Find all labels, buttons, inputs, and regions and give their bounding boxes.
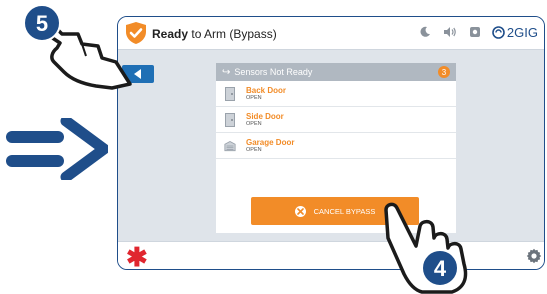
panel-title: Sensors Not Ready	[234, 67, 313, 77]
brand-mark-icon	[492, 25, 505, 39]
door-icon	[224, 112, 236, 127]
step-arrow-icon	[6, 118, 108, 180]
panel-header: ↪ Sensors Not Ready 3	[216, 63, 456, 81]
sensor-state: OPEN	[246, 94, 262, 101]
sensor-name: Back Door	[246, 85, 287, 95]
sensor-row-side-door[interactable]: Side Door OPEN	[216, 107, 456, 133]
sensor-name: Side Door	[246, 111, 284, 121]
top-icons: 2GIG	[417, 24, 538, 40]
sensor-name: Garage Door	[246, 137, 295, 147]
camera-icon[interactable]	[467, 24, 483, 40]
sensor-row-garage-door[interactable]: Garage Door OPEN	[216, 133, 456, 159]
sensor-row-back-door[interactable]: Back Door OPEN	[216, 81, 456, 107]
gear-icon[interactable]	[526, 248, 542, 264]
cancel-bypass-label: CANCEL BYPASS	[313, 206, 376, 216]
sensor-state: OPEN	[246, 120, 262, 127]
pointing-hand-step-4-icon: 4	[384, 202, 468, 294]
count-badge: 3	[438, 66, 450, 78]
emergency-asterisk-icon[interactable]: ✱	[126, 242, 148, 269]
sensor-state: OPEN	[246, 146, 262, 153]
top-status-bar: Ready to Arm (Bypass) 2GIG	[118, 17, 544, 50]
step-4-number: 4	[434, 256, 447, 281]
step-5-number: 5	[36, 11, 48, 36]
door-icon	[224, 86, 236, 101]
volume-icon[interactable]	[442, 24, 458, 40]
moon-icon[interactable]	[417, 24, 433, 40]
pointing-hand-step-5-icon: 5	[23, 4, 132, 90]
brand-logo: 2GIG	[492, 25, 538, 40]
close-icon	[294, 205, 306, 217]
arming-status: Ready to Arm (Bypass)	[152, 27, 277, 41]
garage-icon	[224, 139, 236, 153]
bypass-arrow-icon: ↪	[222, 66, 231, 78]
